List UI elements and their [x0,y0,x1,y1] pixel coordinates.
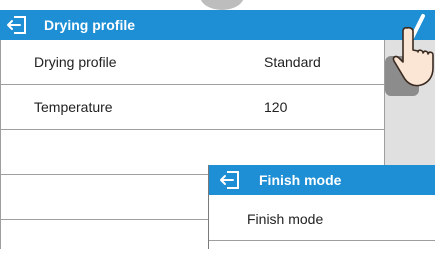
row-label: Drying profile [34,54,117,70]
back-arrow-icon[interactable] [213,165,247,195]
screen: Drying profile Drying profile Standard T… [0,0,435,249]
row-label: Finish mode [247,211,324,227]
list-item-drying-profile[interactable]: Drying profile Standard [1,40,384,85]
popup-header: Finish mode [208,165,435,195]
popup-list-item-finish-mode[interactable]: Finish mode [209,195,435,241]
popup-title: Finish mode [259,172,342,188]
row-value: Standard [264,54,321,70]
back-arrow-icon[interactable] [0,10,34,40]
device-button-bump [200,0,244,10]
popup-body: Finish mode [208,195,435,249]
list-item-temperature[interactable]: Temperature 120 [1,85,384,130]
row-value: 120 [264,99,288,115]
pointing-hand-icon [385,14,434,96]
page-title: Drying profile [44,17,136,33]
row-label: Temperature [34,99,113,115]
header-bar: Drying profile [0,10,385,40]
